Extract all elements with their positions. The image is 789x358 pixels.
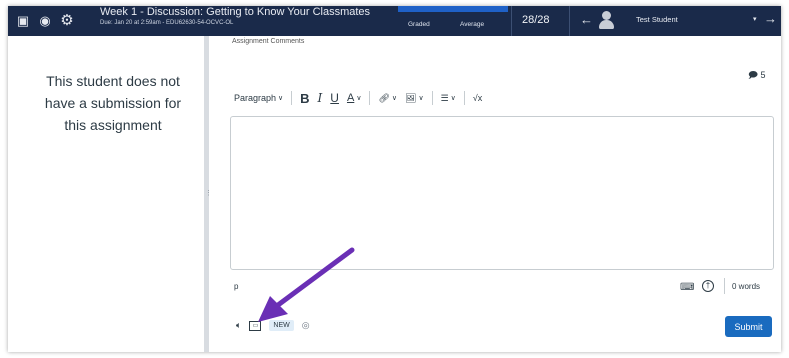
media-options: 🔈︎ ▭ NEW ◎ xyxy=(236,320,310,331)
eye-icon[interactable]: ◉ xyxy=(36,12,54,30)
gear-icon[interactable]: ⚙ xyxy=(58,12,76,30)
submit-button[interactable]: Submit xyxy=(725,316,772,337)
header-divider xyxy=(569,6,570,36)
header-divider xyxy=(511,6,512,36)
speedgrader-header: ▣ ◉ ⚙ Week 1 - Discussion: Getting to Kn… xyxy=(8,6,781,36)
word-count[interactable]: 0 words xyxy=(732,282,760,291)
comment-count-value: 5 xyxy=(760,70,766,80)
next-student-button[interactable]: → xyxy=(764,11,777,26)
element-path: p xyxy=(234,282,239,291)
image-icon: 🖼︎ xyxy=(405,92,417,103)
graded-count: 28/28 xyxy=(522,14,550,26)
link-button[interactable]: 🔗︎ ∨ xyxy=(374,88,401,108)
image-button[interactable]: 🖼︎ ∨ xyxy=(401,88,428,108)
status-divider xyxy=(724,278,725,294)
chevron-down-icon: ∨ xyxy=(391,95,397,102)
drag-grip-icon[interactable]: ⋮ xyxy=(205,190,212,197)
toolbar-divider xyxy=(463,91,465,105)
comment-count[interactable]: 🗩 5 xyxy=(748,68,766,84)
assignment-comments-label: Assignment Comments xyxy=(232,38,305,45)
list-button[interactable]: ☰ ∨ xyxy=(437,88,460,108)
text-color-label: A xyxy=(346,92,355,104)
text-color-button[interactable]: A ∨ xyxy=(343,88,365,108)
chevron-down-icon[interactable]: ▾ xyxy=(753,15,757,23)
speedgrader-frame: ▣ ◉ ⚙ Week 1 - Discussion: Getting to Kn… xyxy=(8,6,781,352)
record-icon[interactable]: ◎ xyxy=(302,320,310,331)
avatar xyxy=(599,10,614,30)
screen-capture-icon[interactable]: ▭ xyxy=(249,320,262,331)
chevron-down-icon: ∨ xyxy=(450,95,456,102)
grade-bar xyxy=(398,6,508,12)
annotation-arrow-head xyxy=(258,296,288,322)
rce-toolbar: Paragraph ∨ B I U A ∨ 🔗︎ ∨ 🖼︎ ∨ ☰ ∨ √x xyxy=(230,88,486,108)
assignment-title[interactable]: Week 1 - Discussion: Getting to Know You… xyxy=(100,6,370,18)
toolbar-divider xyxy=(369,91,371,105)
toolbar-divider xyxy=(431,91,433,105)
average-label: Average xyxy=(460,21,485,28)
comment-icon: 🗩 xyxy=(748,70,758,80)
bold-button[interactable]: B xyxy=(296,88,313,108)
new-badge: NEW xyxy=(269,320,294,331)
speedgrader-icon[interactable]: ▣ xyxy=(14,12,32,30)
paragraph-label: Paragraph xyxy=(234,93,277,103)
accessibility-icon[interactable]: † xyxy=(702,280,714,292)
speaker-icon[interactable]: 🔈︎ xyxy=(236,320,241,331)
no-submission-message: This student does not have a submission … xyxy=(44,73,182,133)
comment-editor[interactable] xyxy=(230,116,774,270)
list-icon: ☰ xyxy=(440,92,449,103)
student-selector[interactable]: Test Student xyxy=(636,15,678,24)
math-button[interactable]: √x xyxy=(469,88,486,108)
keyboard-icon[interactable]: ⌨ xyxy=(680,282,694,293)
paragraph-dropdown[interactable]: Paragraph ∨ xyxy=(230,88,287,108)
underline-button[interactable]: U xyxy=(326,88,343,108)
chevron-down-icon: ∨ xyxy=(356,95,362,102)
italic-button[interactable]: I xyxy=(314,88,327,108)
toolbar-divider xyxy=(291,91,293,105)
previous-student-button[interactable]: ← xyxy=(580,12,593,27)
graded-label: Graded xyxy=(408,21,430,28)
due-date: Due: Jan 20 at 2:59am - EDU62630-54-OCVC… xyxy=(100,20,234,26)
chevron-down-icon: ∨ xyxy=(278,95,284,102)
link-icon: 🔗︎ xyxy=(378,92,390,103)
chevron-down-icon: ∨ xyxy=(418,95,424,102)
